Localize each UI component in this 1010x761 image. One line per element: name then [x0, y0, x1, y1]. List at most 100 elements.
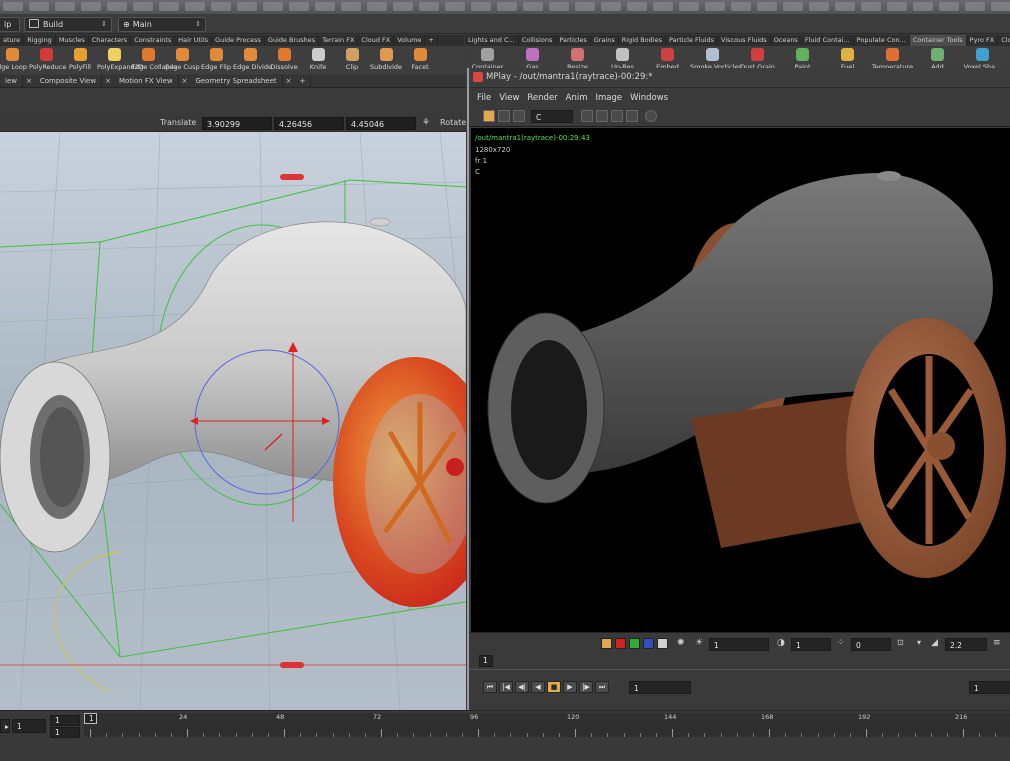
shelf-tool-tools_left-4[interactable]: Edge Collapse: [131, 48, 177, 72]
render-toggle-icon[interactable]: [483, 110, 495, 122]
green-channel-swatch[interactable]: [629, 638, 640, 649]
gamma-icon[interactable]: ◢: [931, 638, 938, 648]
shelf-tab-right-10[interactable]: Container Tools: [909, 35, 967, 46]
shelf-tab-left-10[interactable]: Volume: [394, 35, 426, 46]
step-forward-button[interactable]: |▶: [579, 681, 593, 693]
blue-channel-swatch[interactable]: [643, 638, 654, 649]
play-reverse-button[interactable]: ◀: [531, 681, 545, 693]
shelf-tab-right-7[interactable]: Oceans: [771, 35, 802, 46]
shelf-tab-right-8[interactable]: Fluid Contai...: [802, 35, 854, 46]
gamma-field[interactable]: 2.2: [945, 638, 987, 651]
contrast-icon[interactable]: ◑: [777, 638, 785, 648]
frame-slider[interactable]: [469, 669, 1010, 670]
pane-tab-2[interactable]: Motion FX View: [114, 75, 179, 88]
zoom-in-icon[interactable]: [581, 110, 593, 122]
shelf-tool-tools_left-9[interactable]: Knife: [301, 48, 335, 72]
mplay-menu-file[interactable]: File: [477, 89, 491, 107]
mplay-menu-windows[interactable]: Windows: [630, 89, 668, 107]
shelf-tool-tools_left-11[interactable]: Subdivide: [369, 48, 403, 72]
step-back-button[interactable]: ◀|: [515, 681, 529, 693]
pan-icon[interactable]: [626, 110, 638, 122]
translate-z-field[interactable]: 4.45046: [346, 117, 416, 130]
translate-x-field[interactable]: 3.90299: [202, 117, 272, 130]
close-tab-icon[interactable]: ×: [102, 75, 114, 88]
pivot-icon[interactable]: ⚘: [422, 118, 430, 128]
brightness-icon[interactable]: ☀: [695, 638, 703, 648]
pane-tab-0[interactable]: iew: [0, 75, 23, 88]
shelf-tool-tools_left-8[interactable]: Dissolve: [267, 48, 301, 72]
options-icon[interactable]: ≡: [993, 638, 1001, 648]
exposure-icon[interactable]: ✺: [677, 638, 685, 648]
shelf-tab-left-3[interactable]: Characters: [89, 35, 132, 46]
zoom-out-icon[interactable]: [596, 110, 608, 122]
offset-field[interactable]: 0: [851, 638, 891, 651]
range-start-field[interactable]: 1: [479, 655, 493, 667]
shelf-tab-left-9[interactable]: Cloud FX: [358, 35, 395, 46]
shelf-tool-tools_left-7[interactable]: Edge Divide: [233, 48, 272, 72]
shelf-tab-right-5[interactable]: Particle Fluids: [666, 35, 719, 46]
shelf-tab-left-7[interactable]: Guide Brushes: [265, 35, 320, 46]
offset-icon[interactable]: ⁘: [837, 638, 845, 648]
network-selector[interactable]: ⊕ Main ⇕: [118, 17, 206, 32]
first-frame-button[interactable]: ⏮: [483, 681, 497, 693]
timeline-ruler[interactable]: 1 24 48 72 96 120 144 168 192 216: [84, 713, 1010, 737]
timeline-play-icon[interactable]: ▸: [0, 719, 10, 733]
shelf-tool-tools_left-1[interactable]: PolyReduce: [29, 48, 66, 72]
channel-select[interactable]: C: [531, 110, 573, 123]
shelf-tab-right-3[interactable]: Grains: [591, 35, 619, 46]
close-tab-icon[interactable]: ×: [283, 75, 295, 88]
contrast-field[interactable]: 1: [791, 638, 831, 651]
play-button[interactable]: ▶: [563, 681, 577, 693]
shelf-tab-right-9[interactable]: Populate Con...: [854, 35, 910, 46]
timeline-end-field[interactable]: 1: [50, 727, 80, 738]
shelf-tool-tools_left-2[interactable]: PolyFill: [63, 48, 97, 72]
prev-key-button[interactable]: |◀: [499, 681, 513, 693]
translate-y-field[interactable]: 4.26456: [274, 117, 344, 130]
shelf-tool-tools_left-6[interactable]: Edge Flip: [199, 48, 233, 72]
shelf-tab-right-11[interactable]: Pyro FX: [967, 35, 999, 46]
last-frame-button[interactable]: ⏭: [595, 681, 609, 693]
brightness-field[interactable]: 1: [709, 638, 769, 651]
add-pane-tab-icon[interactable]: +: [295, 75, 312, 88]
timeline-frame-field[interactable]: 1: [12, 719, 46, 733]
rgb-channel-swatch[interactable]: [601, 638, 612, 649]
layout-icon[interactable]: [498, 110, 510, 122]
shelf-tab-left-2[interactable]: Muscles: [56, 35, 89, 46]
info-icon[interactable]: [645, 110, 657, 122]
shelf-tab-right-6[interactable]: Viscous Fluids: [718, 35, 771, 46]
home-icon[interactable]: [611, 110, 623, 122]
shelf-tool-tools_left-12[interactable]: Facet: [403, 48, 437, 72]
lut-icon[interactable]: ⊡: [897, 638, 904, 647]
shelf-tool-tools_left-3[interactable]: PolyExpand2D: [97, 48, 144, 72]
mplay-menu-anim[interactable]: Anim: [566, 89, 588, 107]
shelf-tool-tools_left-5[interactable]: Edge Cusp: [165, 48, 200, 72]
add-shelf-tab-icon[interactable]: +: [425, 35, 438, 46]
pane-tab-1[interactable]: Composite View: [35, 75, 103, 88]
dropdown-arrow-icon[interactable]: ▾: [917, 638, 921, 647]
shelf-tab-left-0[interactable]: ature: [0, 35, 25, 46]
shelf-tab-left-5[interactable]: Hair Utils: [175, 35, 213, 46]
snapshot-icon[interactable]: [513, 110, 525, 122]
close-tab-icon[interactable]: ×: [23, 75, 35, 88]
mplay-menu-image[interactable]: Image: [596, 89, 623, 107]
shelf-tab-right-1[interactable]: Collisions: [519, 35, 557, 46]
shelf-tab-right-2[interactable]: Particles: [556, 35, 591, 46]
mplay-menu-view[interactable]: View: [499, 89, 519, 107]
shelf-tab-right-12[interactable]: Cloth: [998, 35, 1010, 46]
pane-tab-3[interactable]: Geometry Spreadsheet: [190, 75, 283, 88]
shelf-tab-right-4[interactable]: Rigid Bodies: [619, 35, 666, 46]
close-tab-icon[interactable]: ×: [179, 75, 191, 88]
shelf-tab-left-1[interactable]: Rigging: [24, 35, 56, 46]
range-end-field[interactable]: 1: [969, 681, 1010, 694]
shelf-tab-left-8[interactable]: Terrain FX: [319, 35, 359, 46]
shelf-tool-tools_left-0[interactable]: dge Loop: [0, 48, 29, 72]
current-frame-marker[interactable]: 1: [84, 713, 97, 724]
desktop-selector[interactable]: Build ⇕: [24, 17, 112, 32]
mplay-titlebar[interactable]: MPlay - /out/mantra1(raytrace)-00:29:*: [469, 68, 1010, 88]
mplay-menu-render[interactable]: Render: [527, 89, 557, 107]
timeline-start-field[interactable]: 1: [50, 715, 80, 726]
red-channel-swatch[interactable]: [615, 638, 626, 649]
stop-button[interactable]: ■: [547, 681, 561, 693]
render-view[interactable]: /out/mantra1(raytrace)-00:29:43 1280x720…: [471, 128, 1010, 632]
shelf-tab-left-6[interactable]: Guide Process: [212, 35, 265, 46]
